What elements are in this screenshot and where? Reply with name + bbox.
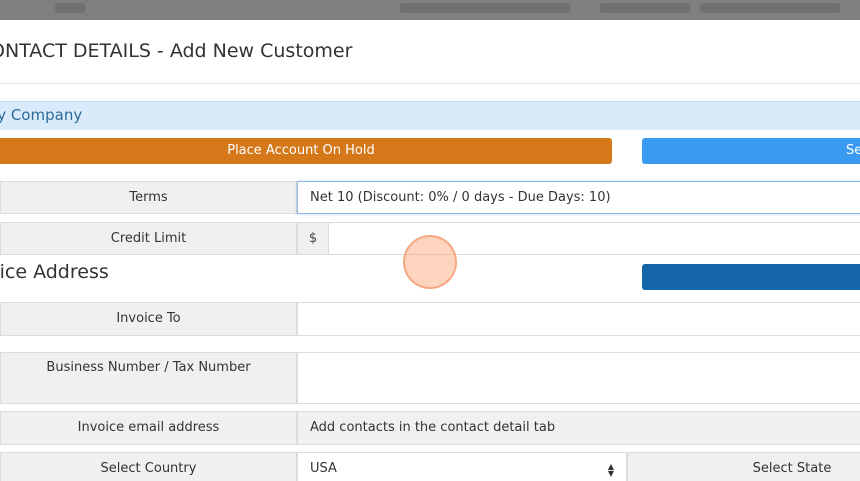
invoice-email-value: Add contacts in the contact detail tab: [297, 411, 860, 445]
place-account-on-hold-label: Place Account On Hold: [227, 143, 375, 158]
country-value: USA: [310, 461, 337, 476]
company-header: ay Company: [0, 101, 860, 130]
invoice-address-heading: oice Address: [0, 261, 109, 283]
background-logo: [55, 3, 85, 13]
country-select[interactable]: USA ▲ ▼: [297, 452, 627, 481]
background-menu-item: [700, 3, 840, 13]
invoice-to-label: Invoice To: [0, 302, 297, 336]
credit-limit-label: Credit Limit: [0, 222, 297, 255]
terms-select[interactable]: Net 10 (Discount: 0% / 0 days - Due Days…: [297, 181, 860, 214]
company-name: ay Company: [0, 106, 83, 124]
currency-symbol: $: [297, 222, 329, 255]
background-app-bar: [0, 0, 860, 20]
tax-number-label: Business Number / Tax Number: [0, 352, 297, 404]
blue-action-label: Se: [846, 143, 860, 158]
customer-modal: ONTACT DETAILS - Add New Customer ay Com…: [0, 20, 860, 481]
dark-action-button[interactable]: [642, 264, 860, 290]
background-menu-item: [400, 3, 570, 13]
select-state-label: Select State: [627, 452, 860, 481]
select-country-label: Select Country: [0, 452, 297, 481]
select-arrows-icon: ▲ ▼: [607, 462, 614, 478]
terms-label: Terms: [0, 181, 297, 214]
title-divider: [0, 83, 860, 84]
blue-action-button[interactable]: Se: [642, 138, 860, 164]
tax-number-input[interactable]: [297, 352, 860, 404]
invoice-email-label: Invoice email address: [0, 411, 297, 445]
place-account-on-hold-button[interactable]: Place Account On Hold: [0, 138, 612, 164]
invoice-to-input[interactable]: [297, 302, 860, 336]
click-indicator: [403, 235, 457, 289]
background-menu-item: [600, 3, 690, 13]
modal-title: ONTACT DETAILS - Add New Customer: [0, 40, 353, 62]
terms-value: Net 10 (Discount: 0% / 0 days - Due Days…: [310, 190, 611, 205]
